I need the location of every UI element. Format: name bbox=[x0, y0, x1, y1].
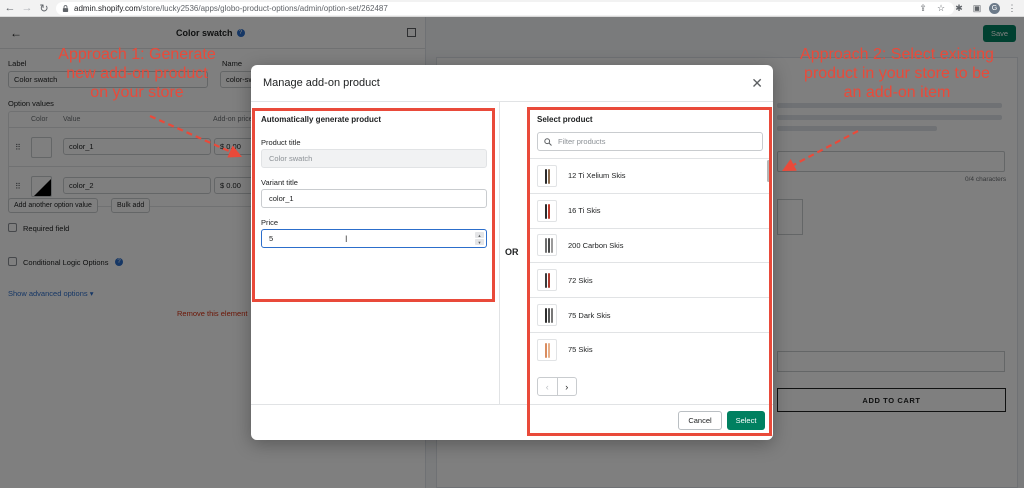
url-host: admin.shopify.com bbox=[74, 4, 141, 13]
browser-toolbar: ← → ↻ admin.shopify.com/store/lucky2536/… bbox=[0, 0, 1024, 17]
modal-title: Manage add-on product bbox=[263, 77, 380, 89]
close-icon[interactable]: ✕ bbox=[751, 76, 763, 90]
share-icon[interactable]: ⇪ bbox=[917, 2, 929, 14]
reload-icon[interactable]: ↻ bbox=[37, 1, 51, 15]
address-bar[interactable]: admin.shopify.com/store/lucky2536/apps/g… bbox=[56, 2, 954, 15]
approach2-line: Approach 2: Select existing bbox=[800, 46, 994, 63]
more-icon[interactable]: ⋮ bbox=[1006, 2, 1018, 14]
star-icon[interactable]: ☆ bbox=[935, 2, 947, 14]
profile-avatar[interactable]: G bbox=[989, 2, 1000, 14]
extensions-icon[interactable]: ✱ bbox=[953, 2, 965, 14]
approach2-line: an add-on item bbox=[843, 84, 951, 101]
lock-icon bbox=[62, 5, 69, 12]
approach2-line: product in your store to be bbox=[804, 65, 990, 82]
modal-header: Manage add-on product bbox=[251, 65, 773, 102]
approach1-annotation: Approach 1: Generate new add-on product … bbox=[22, 45, 252, 102]
url-path: /store/lucky2536/apps/globo-product-opti… bbox=[140, 4, 388, 13]
approach1-line: new add-on product bbox=[66, 65, 208, 82]
approach1-highlight-box bbox=[252, 108, 495, 302]
forward-icon[interactable]: → bbox=[20, 1, 34, 15]
back-icon[interactable]: ← bbox=[3, 1, 17, 15]
approach2-annotation: Approach 2: Select existing product in y… bbox=[770, 45, 1024, 102]
or-separator: OR bbox=[505, 247, 519, 257]
sidebar-icon[interactable]: ▣ bbox=[971, 2, 983, 14]
approach2-highlight-box bbox=[527, 107, 772, 436]
approach1-line: Approach 1: Generate bbox=[58, 46, 216, 63]
approach1-line: on your store bbox=[90, 84, 184, 101]
column-divider bbox=[499, 102, 500, 404]
